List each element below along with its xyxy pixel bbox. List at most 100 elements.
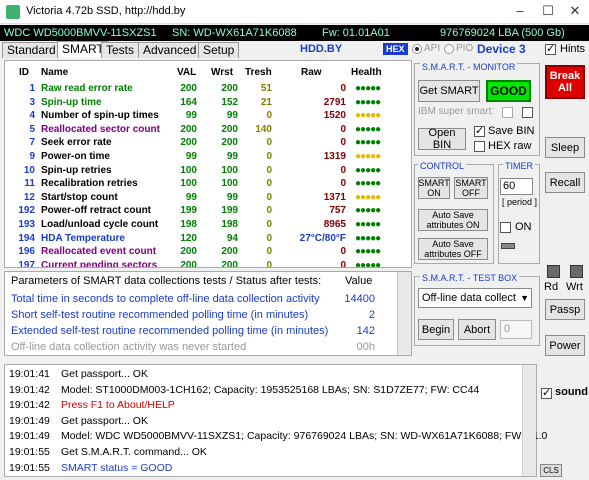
params-row: Short self-test routine recommended poll… bbox=[5, 308, 413, 324]
smart-tresh: 0 bbox=[266, 191, 272, 203]
smart-health: ●●●●● bbox=[355, 246, 381, 258]
tab-setup[interactable]: Setup bbox=[198, 42, 240, 58]
recall-button[interactable]: Recall bbox=[545, 172, 585, 193]
autosave-off-button[interactable]: Auto Save attributes OFF bbox=[418, 238, 488, 260]
hex-badge[interactable]: HEX bbox=[383, 43, 408, 55]
smart-health: ●●●●● bbox=[355, 137, 381, 149]
smart-val: 200 bbox=[180, 123, 197, 135]
minimize-button[interactable]: – bbox=[510, 2, 530, 20]
smart-val: 120 bbox=[180, 232, 197, 244]
params-value: 14400 bbox=[344, 293, 375, 305]
smart-wrst: 99 bbox=[226, 151, 238, 162]
smart-row[interactable]: 12 Start/stop count 99 99 0 1371 ●●●●● bbox=[5, 191, 411, 206]
timer-on-checkbox[interactable] bbox=[500, 222, 511, 233]
smart-name: Load/unload cycle count bbox=[41, 219, 159, 230]
tab-tests[interactable]: Tests bbox=[101, 42, 140, 58]
ibm-super-smart-aux-checkbox[interactable] bbox=[522, 107, 533, 118]
open-bin-button[interactable]: Open BIN bbox=[418, 127, 466, 151]
write-led bbox=[570, 265, 583, 278]
smart-row[interactable]: 1 Raw read error rate 200 200 51 0 ●●●●● bbox=[5, 83, 411, 97]
smart-raw: 27°C/80°F bbox=[299, 232, 346, 244]
drive-serial: SN: WD-WX61A71K6088 bbox=[172, 27, 297, 39]
smart-wrst: 99 bbox=[226, 191, 238, 203]
api-radio[interactable] bbox=[412, 44, 422, 54]
passp-button[interactable]: Passp bbox=[545, 299, 585, 320]
smart-off-button[interactable]: SMART OFF bbox=[454, 177, 488, 199]
chevron-down-icon[interactable]: ▼ bbox=[520, 289, 529, 307]
smart-row[interactable]: 9 Power-on time 99 99 0 1319 ●●●●● bbox=[5, 151, 411, 165]
power-button[interactable]: Power bbox=[545, 335, 585, 356]
smart-wrst: 100 bbox=[221, 178, 238, 190]
autosave-on-button[interactable]: Auto Save attributes ON bbox=[418, 209, 488, 231]
smart-name: HDA Temperature bbox=[41, 232, 125, 244]
smart-row[interactable]: 194 HDA Temperature 120 94 0 27°C/80°F ●●●●● bbox=[5, 232, 411, 247]
log-time: 19:01:49 bbox=[9, 414, 50, 427]
close-button[interactable]: ✕ bbox=[565, 2, 585, 20]
smart-id: 4 bbox=[29, 110, 35, 122]
break-all-button[interactable]: Break All bbox=[545, 65, 585, 99]
smart-wrst: 200 bbox=[221, 83, 238, 94]
sound-checkbox[interactable] bbox=[541, 386, 552, 399]
log-time: 19:01:42 bbox=[9, 399, 50, 412]
smart-row[interactable]: 196 Reallocated event count 200 200 0 0 ●●●●● bbox=[5, 246, 411, 260]
log-message: Model: ST1000DM003-1CH162; Capacity: 195… bbox=[61, 383, 480, 396]
smart-wrst: 99 bbox=[226, 110, 238, 122]
tab-advanced[interactable]: Advanced bbox=[138, 42, 202, 58]
log-scrollbar[interactable] bbox=[522, 365, 536, 476]
smart-on-button[interactable]: SMART ON bbox=[418, 177, 450, 199]
log-message: Get passport... OK bbox=[61, 414, 148, 427]
control-title: CONTROL bbox=[418, 161, 467, 171]
params-header: Parameters of SMART data collections tes… bbox=[11, 275, 322, 287]
sleep-button[interactable]: Sleep bbox=[545, 137, 585, 158]
smart-val: 99 bbox=[185, 191, 197, 203]
smart-raw: 1520 bbox=[323, 110, 346, 122]
smart-name: Reallocated event count bbox=[41, 246, 157, 258]
pio-radio[interactable] bbox=[444, 44, 454, 54]
hddby-link[interactable]: HDD.BY bbox=[300, 43, 342, 55]
smart-row[interactable]: 197 Current pending sectors 200 200 0 0 ●●●●● bbox=[5, 259, 411, 268]
log-entry: 19:01:55 SMART status = GOOD bbox=[5, 462, 525, 478]
save-bin-checkbox[interactable] bbox=[474, 124, 485, 137]
get-smart-button[interactable]: Get SMART bbox=[418, 80, 480, 102]
read-led bbox=[547, 265, 560, 278]
smart-row[interactable]: 5 Reallocated sector count 200 200 140 0 ●●●●● bbox=[5, 123, 411, 138]
title-bar: Victoria 4.72b SSD, http://hdd.by – ☐ ✕ bbox=[0, 0, 589, 24]
col-wrst: Wrst bbox=[211, 67, 234, 78]
maximize-button[interactable]: ☐ bbox=[538, 2, 558, 20]
cls-button[interactable]: CLS bbox=[540, 464, 562, 477]
smart-health: ●●●●● bbox=[355, 164, 381, 176]
smart-name: Number of spin-up times bbox=[41, 110, 159, 122]
params-row: Off-line data collection activity was ne… bbox=[5, 340, 413, 356]
col-tresh: Tresh bbox=[245, 67, 272, 78]
hints-checkbox[interactable] bbox=[545, 42, 556, 55]
tab-standard[interactable]: Standard bbox=[2, 42, 61, 58]
ibm-super-smart-checkbox[interactable] bbox=[502, 107, 513, 118]
timer-period-input[interactable]: 60 bbox=[500, 178, 533, 195]
params-scrollbar[interactable] bbox=[397, 272, 411, 355]
log-message: Press F1 to About/HELP bbox=[61, 399, 175, 412]
smart-id: 3 bbox=[29, 96, 35, 108]
smart-tresh: 0 bbox=[266, 151, 272, 162]
smart-row[interactable]: 7 Seek error rate 200 200 0 0 ●●●●● bbox=[5, 137, 411, 151]
smart-row[interactable]: 4 Number of spin-up times 99 99 0 1520 ●●●●● bbox=[5, 110, 411, 124]
hex-raw-checkbox[interactable] bbox=[474, 141, 485, 152]
smart-row[interactable]: 3 Spin-up time 164 152 21 2791 ●●●●● bbox=[5, 96, 411, 111]
abort-button[interactable]: Abort bbox=[458, 319, 496, 340]
test-type-select[interactable]: Off-line data collect ▼ bbox=[418, 288, 532, 308]
break-label-2: All bbox=[557, 82, 573, 94]
smart-row[interactable]: 11 Recalibration retries 100 100 0 0 ●●●●● bbox=[5, 178, 411, 192]
smart-health: ●●●●● bbox=[355, 178, 381, 190]
begin-button[interactable]: Begin bbox=[418, 319, 454, 340]
smart-tresh: 0 bbox=[266, 219, 272, 230]
smart-row[interactable]: 10 Spin-up retries 100 100 0 0 ●●●●● bbox=[5, 164, 411, 179]
smart-row[interactable]: 192 Power-off retract count 199 199 0 757 ●●●●… bbox=[5, 205, 411, 219]
col-val: VAL bbox=[177, 67, 197, 78]
smart-health: ●●●●● bbox=[355, 96, 381, 108]
app-icon bbox=[6, 5, 20, 19]
smart-name: Current pending sectors bbox=[41, 259, 158, 268]
log-time: 19:01:41 bbox=[9, 368, 50, 380]
smart-name: Seek error rate bbox=[41, 137, 112, 149]
log-message: SMART status = GOOD bbox=[61, 461, 173, 474]
smart-monitor-title: S.M.A.R.T. - MONITOR bbox=[420, 62, 518, 72]
smart-row[interactable]: 193 Load/unload cycle count 198 198 0 8965 ●●●… bbox=[5, 219, 411, 233]
